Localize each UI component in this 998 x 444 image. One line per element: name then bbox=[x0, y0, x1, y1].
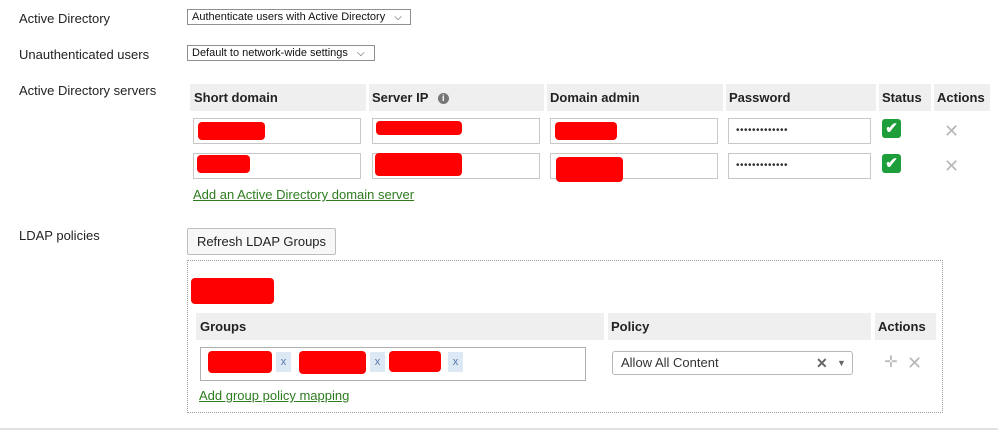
redacted-domain-admin bbox=[556, 157, 623, 182]
unauthenticated-users-select-value: Default to network-wide settings bbox=[192, 47, 348, 59]
clear-icon[interactable]: ✕ bbox=[816, 352, 828, 374]
redacted-group-tag bbox=[208, 351, 272, 373]
info-icon[interactable]: i bbox=[437, 93, 449, 104]
column-server-ip: Server IP i bbox=[368, 84, 543, 111]
refresh-ldap-groups-button[interactable]: Refresh LDAP Groups bbox=[187, 228, 336, 255]
close-icon[interactable]: ✕ bbox=[907, 354, 922, 372]
redacted-server-ip bbox=[376, 121, 462, 135]
check-icon: ✔ bbox=[882, 119, 901, 138]
column-domain-admin: Domain admin bbox=[550, 90, 640, 105]
redacted-group-tag bbox=[389, 351, 441, 372]
active-directory-select-value: Authenticate users with Active Directory bbox=[192, 11, 386, 23]
redacted-ldap-server-name bbox=[191, 278, 274, 304]
chevron-down-icon: ⌵ bbox=[394, 12, 402, 23]
ldap-table-header: Groups Policy Actions bbox=[196, 313, 936, 340]
redacted-short-domain bbox=[197, 155, 250, 173]
add-ad-server-link[interactable]: Add an Active Directory domain server bbox=[193, 187, 414, 202]
redacted-short-domain bbox=[198, 122, 265, 140]
column-policy: Policy bbox=[611, 319, 650, 334]
redacted-group-tag bbox=[299, 351, 366, 374]
ldap-policies-label: LDAP policies bbox=[19, 228, 100, 243]
divider bbox=[0, 428, 998, 430]
ad-servers-label: Active Directory servers bbox=[19, 83, 157, 98]
column-actions: Actions bbox=[937, 90, 985, 105]
password-input[interactable]: ••••••••••••• bbox=[728, 118, 871, 144]
ad-servers-table-header: Short domain Server IP i Domain admin Pa… bbox=[190, 84, 990, 111]
chevron-down-icon: ⌵ bbox=[356, 48, 365, 59]
column-status: Status bbox=[882, 90, 922, 105]
active-directory-select[interactable]: Authenticate users with Active Directory… bbox=[187, 9, 411, 25]
column-short-domain: Short domain bbox=[194, 90, 278, 105]
move-icon[interactable]: ✛ bbox=[883, 355, 899, 371]
redacted-server-ip bbox=[375, 153, 462, 176]
column-groups: Groups bbox=[200, 319, 247, 334]
unauthenticated-users-label: Unauthenticated users bbox=[19, 47, 150, 62]
add-group-policy-mapping-link[interactable]: Add group policy mapping bbox=[199, 388, 349, 403]
chevron-down-icon[interactable]: ▼ bbox=[837, 352, 846, 374]
remove-group-tag-button[interactable]: x bbox=[370, 352, 385, 372]
active-directory-label: Active Directory bbox=[19, 11, 111, 26]
column-password: Password bbox=[729, 90, 791, 105]
column-actions: Actions bbox=[878, 319, 926, 334]
close-icon[interactable]: ✕ bbox=[944, 157, 959, 175]
remove-group-tag-button[interactable]: x bbox=[448, 352, 463, 372]
close-icon[interactable]: ✕ bbox=[944, 122, 959, 140]
unauthenticated-users-select[interactable]: Default to network-wide settings ⌵ bbox=[187, 45, 375, 61]
remove-group-tag-button[interactable]: x bbox=[276, 352, 291, 372]
password-input[interactable]: ••••••••••••• bbox=[728, 153, 871, 179]
column-server-ip-label: Server IP bbox=[372, 90, 429, 105]
redacted-domain-admin bbox=[555, 122, 617, 140]
check-icon: ✔ bbox=[882, 154, 901, 173]
policy-select[interactable]: Allow All Content ✕ ▼ bbox=[612, 351, 853, 375]
policy-select-value: Allow All Content bbox=[621, 355, 719, 370]
